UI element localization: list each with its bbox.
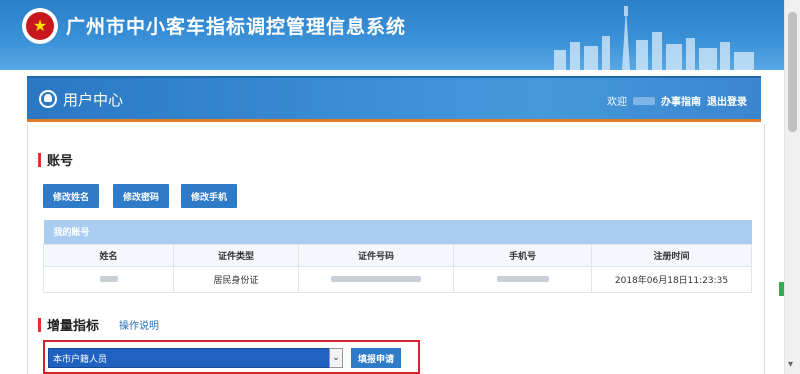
scroll-down-icon[interactable]: ▾ bbox=[788, 359, 793, 370]
table-caption: 我的账号 bbox=[43, 220, 752, 244]
redacted-id-number bbox=[331, 275, 421, 282]
redacted-phone bbox=[496, 275, 549, 282]
select-value: 本市户籍人员 bbox=[53, 354, 108, 365]
table-row: 居民身份证 2018年06月18日11:23:35 bbox=[43, 265, 752, 293]
edit-name-button[interactable]: 修改姓名 bbox=[43, 184, 100, 208]
section-accent-bar bbox=[38, 152, 41, 167]
edit-phone-button[interactable]: 修改手机 bbox=[181, 184, 238, 208]
account-section-header: 账号 bbox=[38, 150, 73, 169]
city-skyline-icon bbox=[554, 6, 754, 70]
user-icon bbox=[39, 90, 57, 108]
main-panel: 账号 修改姓名 修改密码 修改手机 我的账号 姓名 证件类型 证件号码 手机号 … bbox=[27, 124, 765, 374]
section-accent-bar bbox=[38, 317, 41, 332]
column-header-register-time: 注册时间 bbox=[591, 243, 752, 267]
vertical-scrollbar[interactable]: ▾ bbox=[784, 0, 800, 374]
redacted-name bbox=[99, 275, 118, 282]
quota-section-title: 增量指标 bbox=[47, 319, 100, 334]
redacted-username bbox=[633, 96, 655, 105]
guide-link[interactable]: 办事指南 bbox=[661, 93, 701, 108]
user-bar-actions: 欢迎 办事指南 退出登录 bbox=[607, 93, 747, 108]
operation-help-link[interactable]: 操作说明 bbox=[119, 317, 159, 332]
cell-register-time: 2018年06月18日11:23:35 bbox=[591, 265, 752, 293]
user-center-title: 用户中心 bbox=[63, 91, 124, 109]
applicant-type-select[interactable]: 本市户籍人员 ⌄ bbox=[48, 348, 343, 368]
column-header-phone: 手机号 bbox=[453, 243, 592, 267]
welcome-text: 欢迎 bbox=[607, 97, 627, 108]
account-section-title: 账号 bbox=[47, 154, 74, 169]
column-header-id-number: 证件号码 bbox=[298, 243, 454, 267]
user-center-bar: 用户中心 欢迎 办事指南 退出登录 bbox=[27, 76, 761, 122]
chevron-down-icon[interactable]: ⌄ bbox=[329, 348, 343, 368]
system-title: 广州市中小客车指标调控管理信息系统 bbox=[66, 16, 407, 38]
cell-name bbox=[43, 265, 174, 293]
application-type-highlight: 本市户籍人员 ⌄ 填报申请 bbox=[43, 340, 420, 374]
edit-password-button[interactable]: 修改密码 bbox=[113, 184, 170, 208]
header-banner: ★ 广州市中小客车指标调控管理信息系统 bbox=[0, 0, 784, 70]
account-table: 我的账号 姓名 证件类型 证件号码 手机号 注册时间 居民身份证 2018年06… bbox=[43, 220, 752, 293]
column-header-name: 姓名 bbox=[43, 243, 174, 267]
emblem-logo: ★ bbox=[22, 8, 58, 44]
apply-button[interactable]: 填报申请 bbox=[351, 348, 401, 368]
star-icon: ★ bbox=[32, 16, 48, 35]
quota-section-header: 增量指标 操作说明 bbox=[38, 315, 159, 334]
cell-id-type: 居民身份证 bbox=[173, 265, 299, 293]
scrollbar-thumb[interactable] bbox=[788, 12, 797, 132]
column-header-id-type: 证件类型 bbox=[173, 243, 299, 267]
cell-id-number bbox=[298, 265, 454, 293]
logout-link[interactable]: 退出登录 bbox=[707, 93, 747, 108]
cell-phone bbox=[453, 265, 592, 293]
